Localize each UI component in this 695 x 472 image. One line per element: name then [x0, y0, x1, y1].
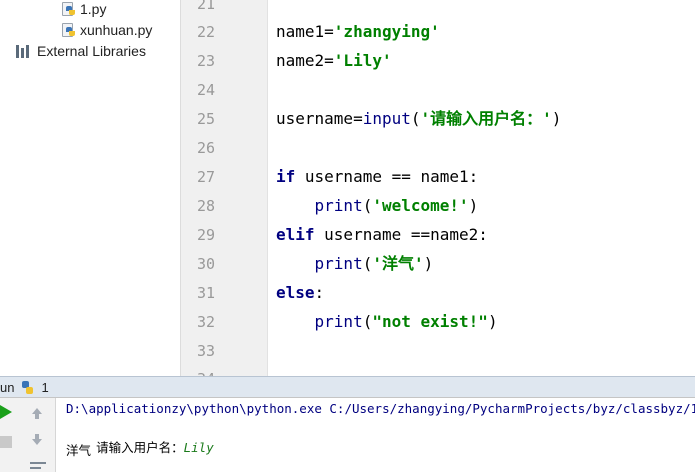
code-token: ( [362, 312, 373, 331]
code-token: ) [551, 109, 562, 128]
library-icon [16, 44, 32, 58]
code-token: name1= [276, 22, 334, 41]
line-number: 31 [196, 284, 215, 302]
line-number: 24 [196, 81, 215, 99]
tree-file-1-py[interactable]: 1.py [62, 0, 106, 19]
code-token: "not exist!" [372, 312, 488, 331]
code-token: name2= [276, 51, 334, 70]
code-token: ) [487, 312, 498, 331]
scroll-up-icon[interactable] [30, 405, 44, 424]
line-number: 26 [196, 139, 215, 157]
run-tab-prefix: un [0, 379, 15, 395]
scroll-down-icon[interactable] [30, 432, 44, 451]
python-file-icon [62, 22, 76, 38]
code-line[interactable]: elif username ==name2: [276, 225, 488, 245]
code-token: 'Lily' [333, 51, 392, 70]
code-token: 'welcome!' [372, 196, 469, 215]
code-token: 'zhangying' [333, 22, 440, 41]
run-panel: D:\applicationzy\python\python.exe C:/Us… [0, 398, 695, 472]
line-number: 21 [196, 0, 215, 13]
python-file-icon [62, 1, 76, 17]
editor-gutter: 21 22 23 24 25 26 27 28 29 30 31 32 33 3… [180, 0, 268, 388]
console-user-input: Lily [183, 440, 214, 455]
code-line[interactable]: name2='Lily' [276, 51, 392, 71]
line-number: 28 [196, 197, 215, 215]
code-editor[interactable]: name1='zhangying' name2='Lily' username=… [269, 0, 695, 376]
code-token: username= [276, 109, 363, 128]
console-prompt: 请输入用户名： [96, 440, 184, 455]
tree-file-xunhuan-py[interactable]: xunhuan.py [62, 20, 152, 40]
code-line[interactable]: if username == name1: [276, 167, 478, 187]
code-token: ( [362, 196, 373, 215]
code-token: '请输入用户名：' [420, 109, 552, 128]
code-token: ) [468, 196, 479, 215]
code-token: ) [423, 254, 434, 273]
tree-file-label: xunhuan.py [80, 22, 153, 38]
code-line[interactable]: print('welcome!') [276, 196, 479, 216]
tree-file-label: 1.py [80, 1, 107, 17]
line-number: 33 [196, 342, 215, 360]
code-token: print [314, 196, 363, 215]
rerun-icon[interactable] [0, 404, 14, 424]
console-command: D:\applicationzy\python\python.exe C:/Us… [66, 401, 695, 416]
code-line[interactable]: else: [276, 283, 324, 303]
code-token: print [314, 312, 363, 331]
code-token: print [314, 254, 363, 273]
line-number: 30 [196, 255, 215, 273]
code-token: ( [410, 109, 421, 128]
code-line[interactable]: print('洋气') [276, 254, 434, 274]
code-token: input [362, 109, 411, 128]
external-libraries-label: External Libraries [37, 43, 146, 59]
soft-wrap-icon[interactable] [30, 458, 46, 472]
project-tree: 1.py xunhuan.py External Libraries [0, 0, 180, 376]
line-number: 23 [196, 52, 215, 70]
console-output: 洋气 [66, 443, 92, 458]
run-tab-label[interactable]: 1 [41, 380, 48, 395]
stop-icon[interactable] [0, 433, 12, 452]
run-panel-header: un 1 [0, 376, 695, 398]
code-token: username ==name2: [314, 225, 488, 244]
code-token: if [276, 167, 296, 186]
line-number: 25 [196, 110, 215, 128]
code-line[interactable]: name1='zhangying' [276, 22, 440, 42]
code-token: : [314, 283, 325, 302]
python-run-config-icon [20, 380, 35, 395]
code-line[interactable]: username=input('请输入用户名：') [276, 109, 561, 129]
run-toolbar [0, 398, 56, 472]
tree-external-libraries[interactable]: External Libraries [16, 41, 146, 61]
line-number: 32 [196, 313, 215, 331]
line-number: 22 [196, 23, 215, 41]
line-number: 29 [196, 226, 215, 244]
line-number: 27 [196, 168, 215, 186]
code-token: ( [362, 254, 373, 273]
code-token: else [276, 283, 315, 302]
code-line[interactable]: print("not exist!") [276, 312, 498, 332]
code-token: username == name1: [295, 167, 479, 186]
code-token: elif [276, 225, 315, 244]
code-token: '洋气' [372, 254, 424, 273]
